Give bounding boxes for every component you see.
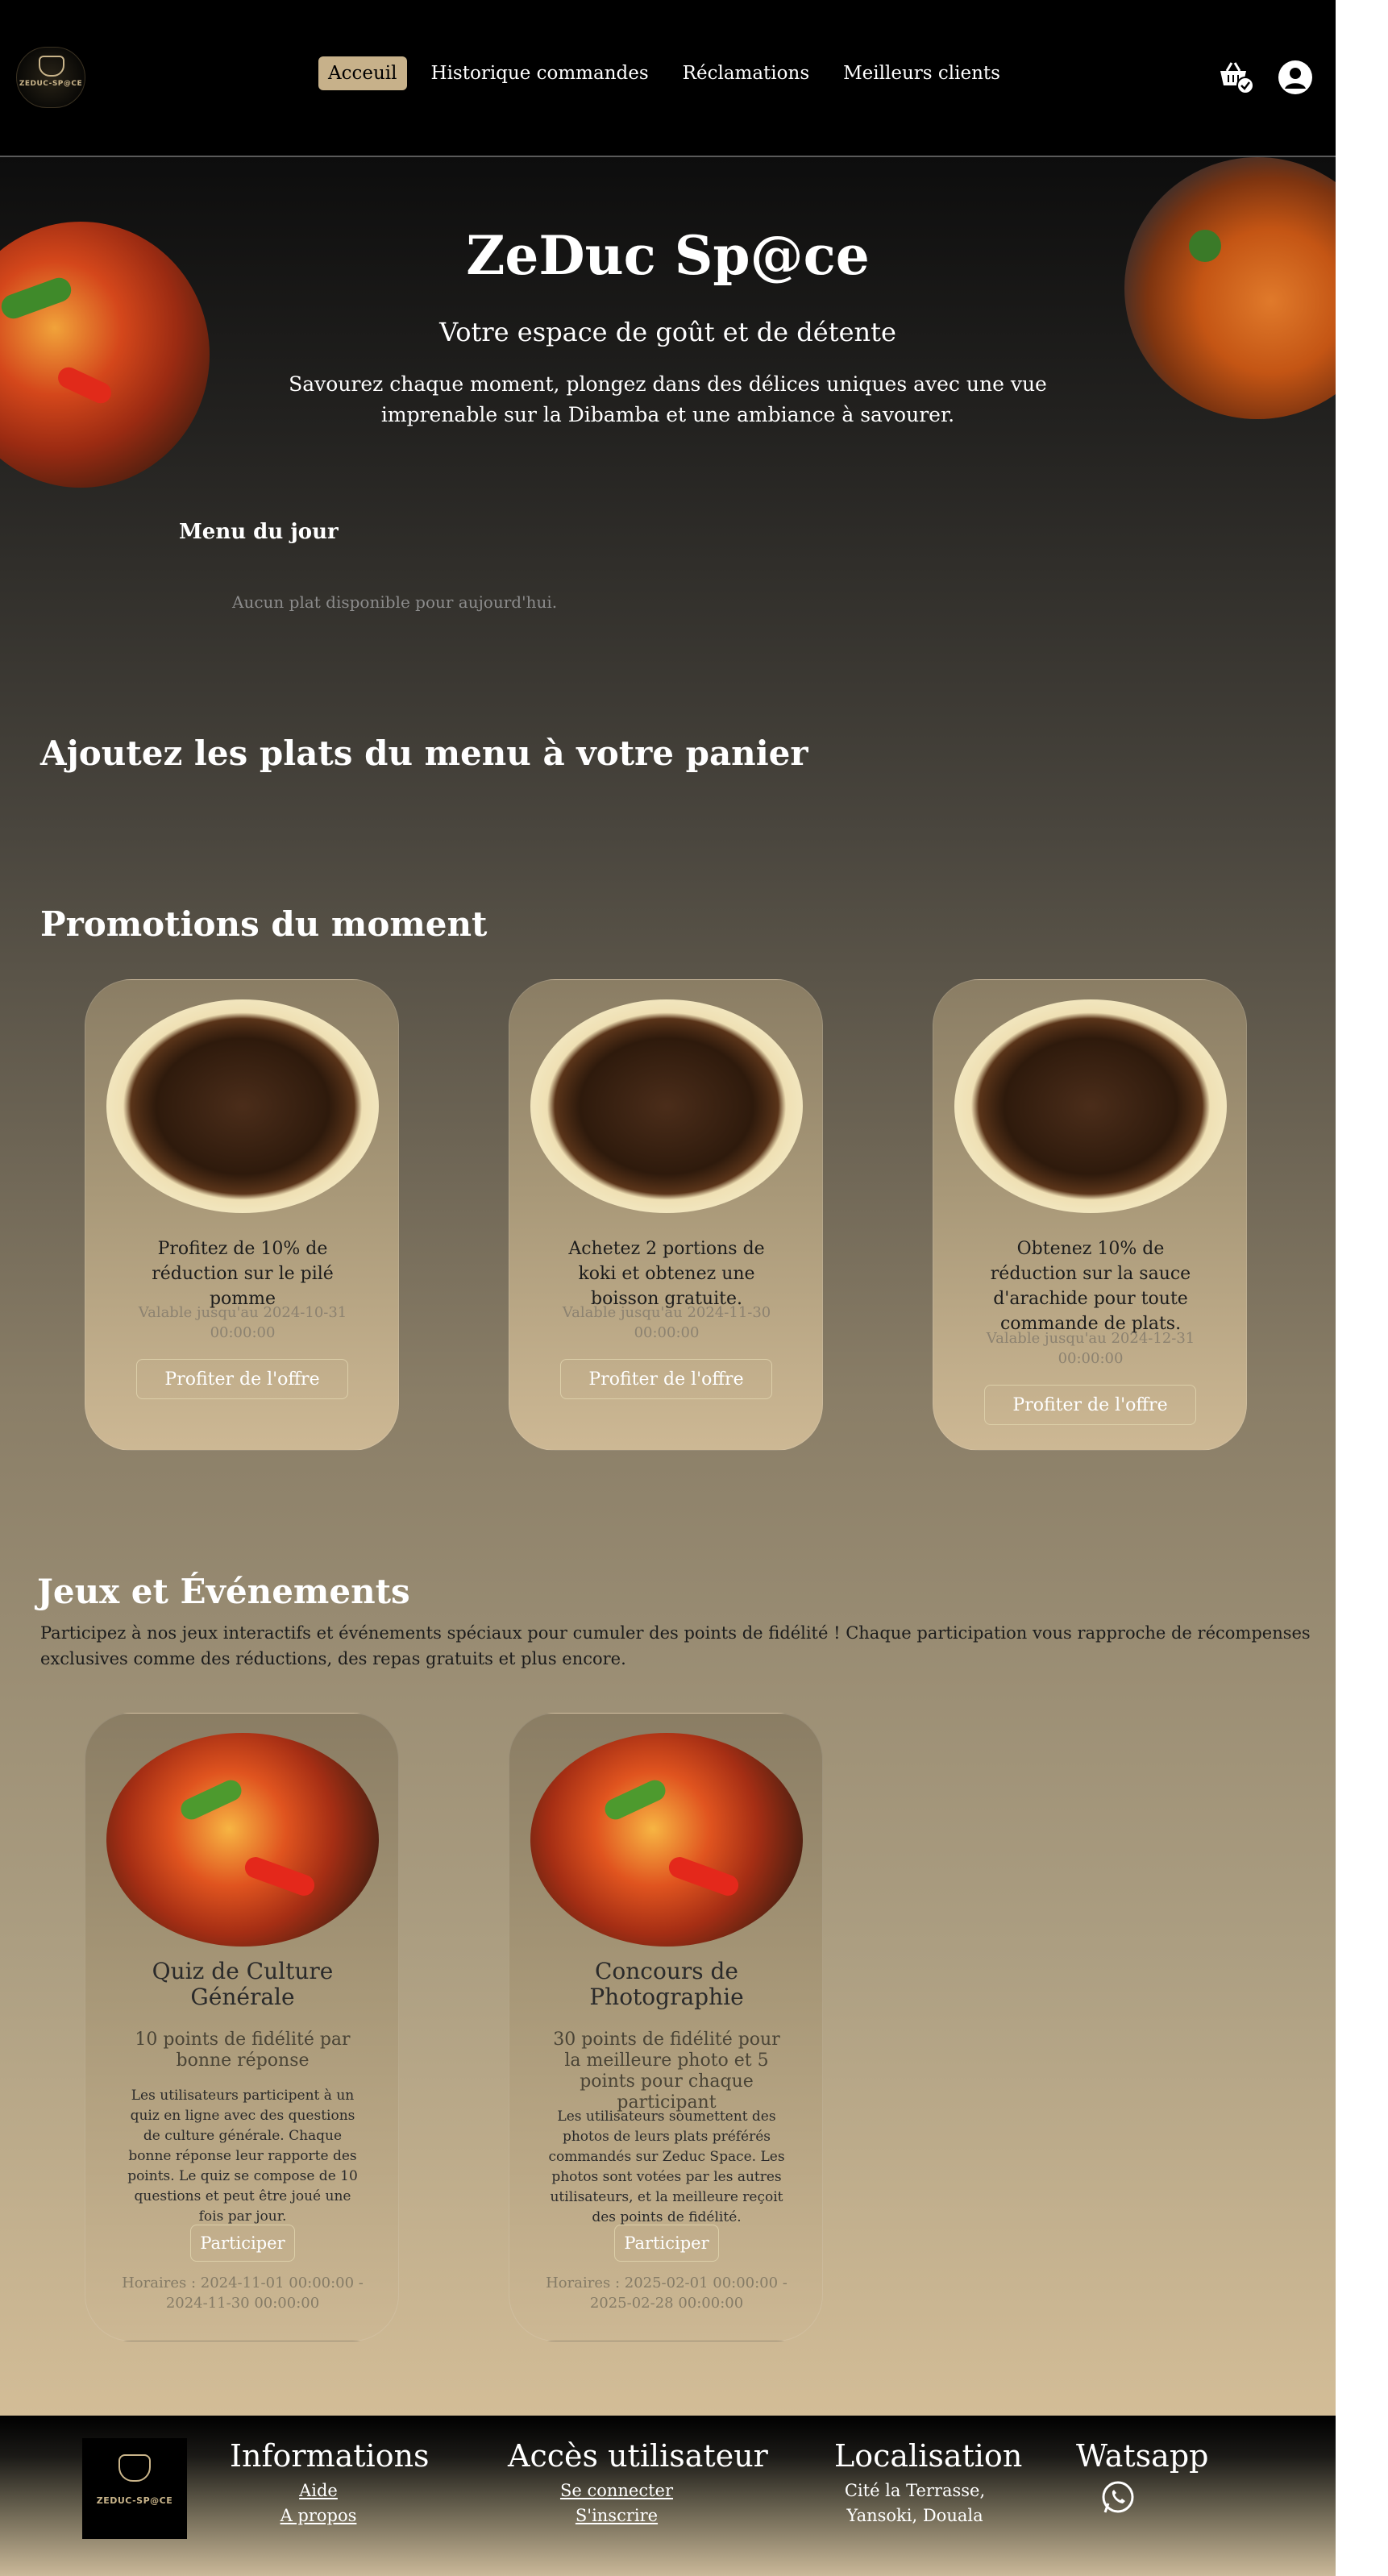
logo-emblem-icon bbox=[118, 2454, 151, 2482]
promo-valid-date: Valable jusqu'au 2024-12-31 00:00:00 bbox=[986, 1330, 1195, 1367]
footer-informations-title: Informations bbox=[230, 2438, 430, 2474]
events-section-title: Jeux et Événements bbox=[37, 1572, 410, 1611]
event-description: Les utilisateurs soumettent des photos d… bbox=[548, 2109, 785, 2225]
hero-description: Savourez chaque moment, plongez dans des… bbox=[289, 372, 1047, 426]
event-hours: Horaires : 2024-11-01 00:00:00 - 2024-11… bbox=[122, 2275, 364, 2312]
footer-link-a-propos[interactable]: A propos bbox=[230, 2503, 407, 2528]
promo-text: Profitez de 10% de réduction sur le pilé… bbox=[152, 1239, 334, 1309]
promo-valid-date: Valable jusqu'au 2024-11-30 00:00:00 bbox=[562, 1304, 771, 1341]
footer-link-aide[interactable]: Aide bbox=[230, 2478, 407, 2503]
logo-text: ZEDUC-SP@CE bbox=[19, 80, 83, 88]
footer-link-se-connecter[interactable]: Se connecter bbox=[508, 2478, 725, 2503]
profiter-offre-button[interactable]: Profiter de l'offre bbox=[560, 1359, 772, 1399]
footer-acces-utilisateur: Accès utilisateur Se connecter S'inscrir… bbox=[508, 2438, 768, 2528]
promo-text: Obtenez 10% de réduction sur la sauce d'… bbox=[990, 1239, 1191, 1334]
participer-button[interactable]: Participer bbox=[190, 2225, 295, 2262]
menu-du-jour-empty: Aucun plat disponible pour aujourd'hui. bbox=[232, 592, 558, 612]
promo-card: Profitez de 10% de réduction sur le pilé… bbox=[85, 979, 399, 1451]
events-description: Participez à nos jeux interactifs et évé… bbox=[40, 1623, 1311, 1668]
profiter-offre-button[interactable]: Profiter de l'offre bbox=[136, 1359, 348, 1399]
promo-card: Achetez 2 portions de koki et obtenez un… bbox=[509, 979, 823, 1451]
hero-subtitle: Votre espace de goût et de détente bbox=[439, 317, 896, 347]
footer-localisation-title: Localisation bbox=[834, 2438, 1023, 2474]
event-points: 10 points de fidélité par bonne réponse bbox=[135, 2030, 351, 2071]
promo-valid-date: Valable jusqu'au 2024-10-31 00:00:00 bbox=[138, 1304, 347, 1341]
top-navbar: ZEDUC-SP@CE Acceuil Historique commandes… bbox=[0, 0, 1336, 157]
promo-text: Achetez 2 portions de koki et obtenez un… bbox=[568, 1239, 765, 1309]
event-points: 30 points de fidélité pour la meilleure … bbox=[553, 2030, 780, 2113]
promo-image bbox=[530, 999, 803, 1213]
menu-du-jour-title: Menu du jour bbox=[179, 520, 339, 544]
user-circle-icon[interactable] bbox=[1278, 60, 1313, 95]
footer: ZEDUC-SP@CE Informations Aide A propos A… bbox=[0, 2416, 1336, 2576]
cart-check-icon[interactable] bbox=[1217, 58, 1254, 95]
panier-section-title: Ajoutez les plats du menu à votre panier bbox=[40, 733, 808, 773]
promo-image bbox=[106, 999, 379, 1213]
page-right-margin bbox=[1336, 0, 1388, 2576]
event-title: Quiz de Culture Générale bbox=[152, 1958, 334, 2010]
nav-item-meilleurs-clients[interactable]: Meilleurs clients bbox=[833, 56, 1010, 90]
event-description: Les utilisateurs participent à un quiz e… bbox=[127, 2088, 358, 2225]
logo-emblem-icon bbox=[39, 56, 64, 77]
footer-address-line: Cité la Terrasse, bbox=[844, 2481, 986, 2500]
nav-item-acceuil[interactable]: Acceuil bbox=[318, 56, 407, 90]
hero-title: ZeDuc Sp@ce bbox=[466, 224, 870, 287]
whatsapp-icon[interactable] bbox=[1100, 2480, 1136, 2516]
event-card: Quiz de Culture Générale 10 points de fi… bbox=[85, 1713, 399, 2341]
footer-link-sinscrire[interactable]: S'inscrire bbox=[508, 2503, 725, 2528]
event-image bbox=[530, 1733, 803, 1947]
site-logo[interactable]: ZEDUC-SP@CE bbox=[16, 47, 85, 108]
main-nav: Acceuil Historique commandes Réclamation… bbox=[318, 56, 1010, 90]
participer-button[interactable]: Participer bbox=[614, 2225, 719, 2262]
footer-acces-title: Accès utilisateur bbox=[508, 2438, 768, 2474]
footer-address-line: Yansoki, Douala bbox=[846, 2506, 983, 2525]
footer-watsapp: Watsapp bbox=[1076, 2438, 1209, 2516]
footer-informations: Informations Aide A propos bbox=[230, 2438, 430, 2528]
footer-logo: ZEDUC-SP@CE bbox=[82, 2438, 187, 2539]
promotions-section-title: Promotions du moment bbox=[40, 904, 488, 944]
nav-item-historique-commandes[interactable]: Historique commandes bbox=[422, 56, 659, 90]
event-image bbox=[106, 1733, 379, 1947]
footer-logo-text: ZEDUC-SP@CE bbox=[96, 2495, 173, 2506]
event-title: Concours de Photographie bbox=[589, 1958, 744, 2010]
footer-localisation: Localisation Cité la Terrasse, Yansoki, … bbox=[834, 2438, 1023, 2528]
page: ZEDUC-SP@CE Acceuil Historique commandes… bbox=[0, 0, 1336, 2576]
event-hours: Horaires : 2025-02-01 00:00:00 - 2025-02… bbox=[546, 2275, 788, 2312]
promo-image bbox=[954, 999, 1227, 1213]
promo-card: Obtenez 10% de réduction sur la sauce d'… bbox=[933, 979, 1247, 1451]
nav-item-reclamations[interactable]: Réclamations bbox=[673, 56, 819, 90]
profiter-offre-button[interactable]: Profiter de l'offre bbox=[984, 1385, 1196, 1425]
footer-watsapp-title: Watsapp bbox=[1076, 2438, 1209, 2474]
event-card: Concours de Photographie 30 points de fi… bbox=[509, 1713, 823, 2341]
